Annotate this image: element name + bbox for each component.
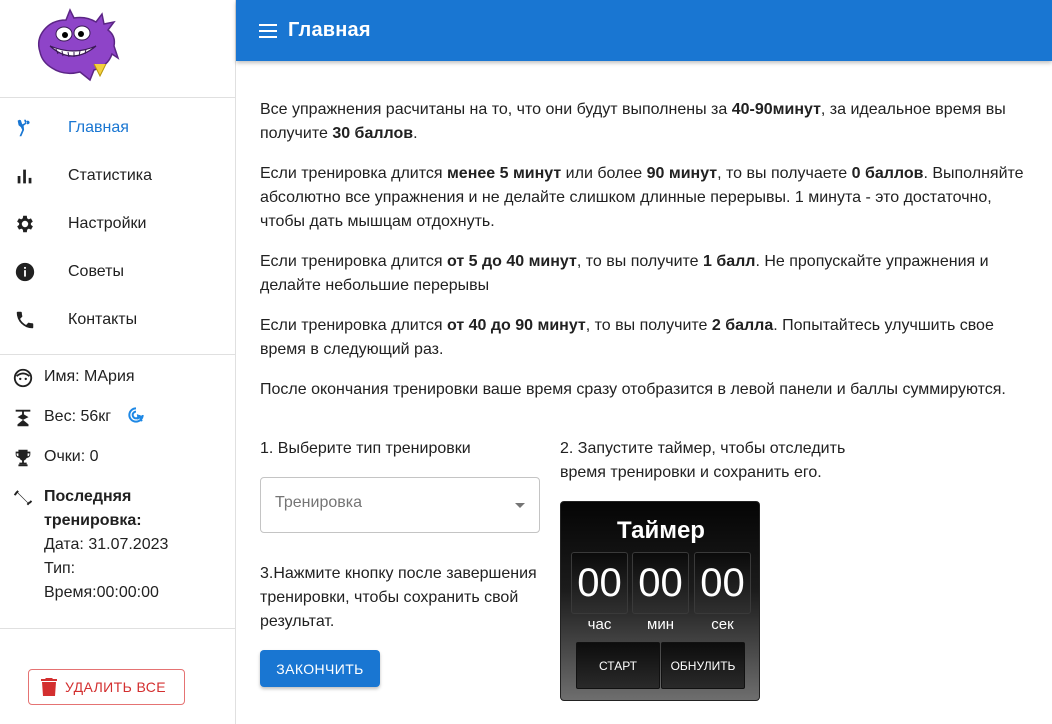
sidebar-item-label: Настройки — [68, 215, 147, 232]
logo-area — [0, 0, 235, 98]
workout-type-select[interactable]: Тренировка — [260, 477, 540, 533]
dumbbell-icon — [13, 490, 33, 506]
bar-chart-icon — [17, 169, 32, 184]
rules-paragraph-3: Если тренировка длится от 5 до 40 минут,… — [260, 253, 989, 294]
minutes-label: мин — [647, 616, 674, 633]
trash-icon — [41, 678, 57, 696]
sidebar-item-home[interactable]: Главная — [0, 104, 235, 152]
gear-icon — [17, 215, 33, 233]
sidebar-item-tips[interactable]: Советы — [0, 248, 235, 296]
last-workout-type: Тип: — [44, 560, 76, 577]
profile-name: Имя: МАрия — [0, 365, 235, 389]
timer-minutes: 00 — [632, 552, 689, 614]
profile-last-workout: Последняя тренировка: Дата: 31.07.2023 Т… — [0, 485, 235, 605]
scale-icon — [15, 409, 31, 427]
finish-button[interactable]: ЗАКОНЧИТЬ — [260, 650, 380, 687]
main-content: Все упражнения расчитаны на то, что они … — [260, 98, 1040, 418]
rules-paragraph-4: Если тренировка длится от 40 до 90 минут… — [260, 317, 994, 358]
dropdown-arrow-icon — [515, 503, 525, 508]
sidebar-item-label: Статистика — [68, 167, 153, 184]
sidebar-nav: Главная Статистика Настройки Советы Конт… — [0, 98, 235, 355]
profile-info: Имя: МАрия Вес: 56кг Очки: 0 Последняя т… — [0, 355, 235, 629]
last-workout-time: Время:00:00:00 — [44, 584, 159, 601]
phone-icon — [16, 311, 34, 329]
rules-paragraph-2: Если тренировка длится менее 5 минут или… — [260, 165, 1024, 230]
step-1-label: 1. Выберите тип тренировки — [260, 440, 471, 457]
timer-start-button[interactable]: СТАРТ — [576, 642, 660, 689]
timer-seconds: 00 — [694, 552, 751, 614]
page-title: Главная — [288, 19, 371, 41]
app-bar: Главная — [236, 0, 1052, 61]
timer-reset-button[interactable]: ОБНУЛИТЬ — [661, 642, 745, 689]
seconds-label: сек — [711, 616, 734, 633]
menu-icon[interactable] — [259, 23, 277, 38]
profile-name-text: Имя: МАрия — [44, 368, 135, 385]
timer-widget: Таймер 00 00 00 час мин сек СТАРТ ОБНУЛИ… — [560, 501, 760, 701]
profile-weight-text: Вес: 56кг — [44, 408, 112, 425]
last-workout-date: Дата: 31.07.2023 — [44, 536, 169, 553]
hours-label: час — [587, 616, 612, 633]
info-icon — [15, 262, 35, 282]
sidebar-item-settings[interactable]: Настройки — [0, 200, 235, 248]
profile-points: Очки: 0 — [0, 445, 235, 469]
timer-hours: 00 — [571, 552, 628, 614]
last-workout-title-2: тренировка: — [44, 512, 142, 529]
rules-paragraph-1: Все упражнения расчитаны на то, что они … — [260, 101, 1006, 142]
sidebar-item-label: Контакты — [68, 311, 138, 328]
face-icon — [13, 368, 33, 388]
profile-points-text: Очки: 0 — [44, 448, 99, 465]
timer-title: Таймер — [617, 517, 705, 544]
rules-paragraph-5: После окончания тренировки ваше время ср… — [260, 381, 1006, 398]
profile-weight: Вес: 56кг — [0, 405, 235, 429]
select-placeholder: Тренировка — [275, 494, 362, 511]
sidebar-item-contacts[interactable]: Контакты — [0, 296, 235, 344]
delete-all-button[interactable]: УДАЛИТЬ ВСЕ — [28, 669, 185, 705]
sidebar-item-statistics[interactable]: Статистика — [0, 152, 235, 200]
update-weight-icon[interactable] — [126, 405, 146, 425]
step-2-label: 2. Запустите таймер, чтобы отследить вре… — [560, 440, 846, 481]
delete-all-label: УДАЛИТЬ ВСЕ — [65, 679, 166, 695]
sidebar-item-label: Советы — [68, 263, 124, 280]
trophy-icon — [15, 449, 31, 467]
sidebar-item-label: Главная — [68, 119, 129, 136]
dragon-logo-icon — [37, 8, 120, 82]
last-workout-title: Последняя — [44, 488, 132, 505]
step-3-label: 3.Нажмите кнопку после завершения тренир… — [260, 565, 537, 630]
exercise-icon — [17, 119, 30, 137]
sidebar: Главная Статистика Настройки Советы Конт… — [0, 0, 236, 724]
